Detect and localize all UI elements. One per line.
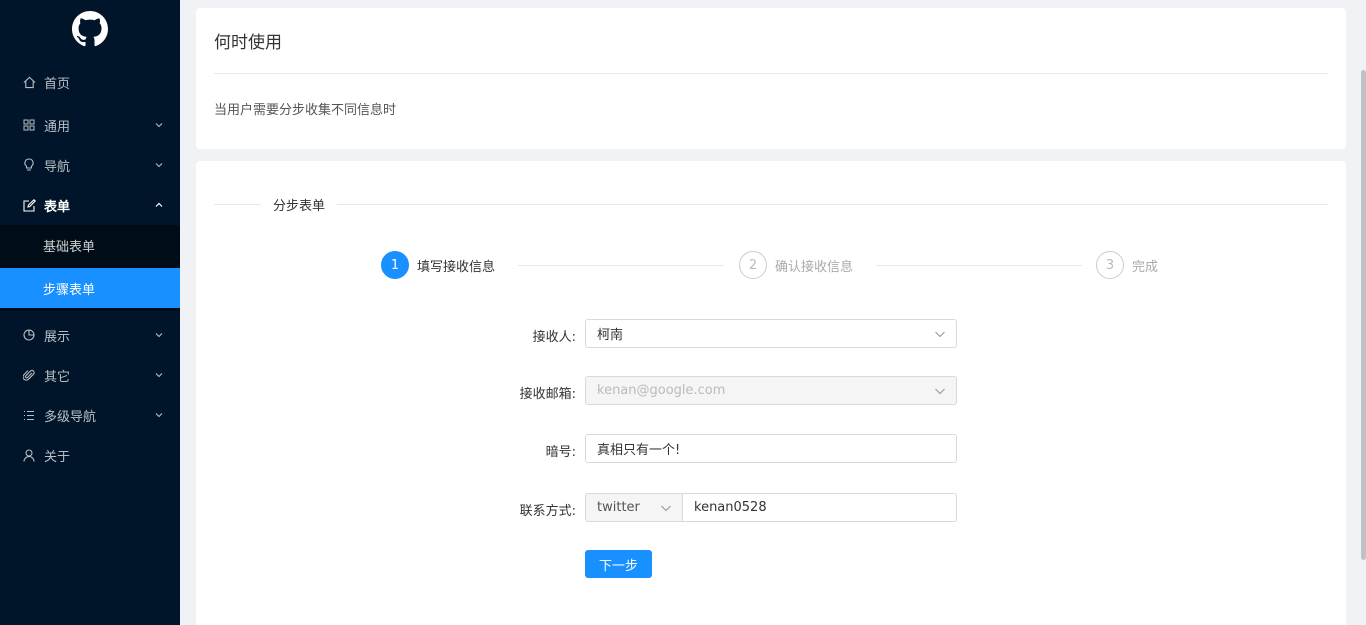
intro-card: 何时使用 当用户需要分步收集不同信息时 <box>196 8 1346 149</box>
email-label: 接收邮箱: <box>519 387 576 402</box>
step-form-card: 分步表单 1 填写接收信息 2 确认接收信息 3 完成 接收人: 柯南 接收邮箱… <box>196 161 1346 625</box>
sidebar-item-label: 通用 <box>44 119 71 135</box>
chevron-down-icon <box>660 502 672 514</box>
sidebar: 首页 通用 导航 表单 基础表单 步骤表单 展示 其它 多级导航 关于 <box>0 0 180 625</box>
sidebar-item-label: 首页 <box>44 76 71 92</box>
logo[interactable] <box>0 0 180 62</box>
step-label: 完成 <box>1132 259 1159 275</box>
sidebar-subitem-step-form[interactable]: 步骤表单 <box>0 268 180 308</box>
step-connector <box>518 265 724 266</box>
paperclip-icon <box>22 368 36 382</box>
step-number: 2 <box>739 251 767 279</box>
contact-input[interactable]: kenan0528 <box>682 493 957 522</box>
form-submenu: 基础表单 步骤表单 <box>0 225 180 311</box>
contact-label: 联系方式: <box>519 504 576 519</box>
sidebar-subitem-label: 步骤表单 <box>43 282 96 298</box>
sidebar-item-label: 其它 <box>44 369 71 385</box>
contact-field: twitter kenan0528 <box>585 493 957 522</box>
step-3: 3 完成 <box>1096 251 1158 279</box>
chevron-down-icon <box>154 370 164 380</box>
form-row-code: 暗号: 真相只有一个! <box>196 434 1346 464</box>
sidebar-item-multilevel[interactable]: 多级导航 <box>0 395 180 435</box>
contact-value: kenan0528 <box>694 500 767 515</box>
step-number: 3 <box>1096 251 1124 279</box>
sidebar-item-other[interactable]: 其它 <box>0 355 180 395</box>
grid-icon <box>22 118 36 132</box>
sidebar-item-label: 展示 <box>44 329 71 345</box>
receiver-value: 柯南 <box>597 328 624 343</box>
form-row-email: 接收邮箱: kenan@google.com <box>196 376 1346 406</box>
sidebar-item-general[interactable]: 通用 <box>0 105 180 145</box>
sidebar-item-form[interactable]: 表单 <box>0 185 180 225</box>
chevron-down-icon <box>934 328 946 340</box>
chevron-up-icon <box>154 200 164 210</box>
code-value: 真相只有一个! <box>597 443 681 458</box>
receiver-select[interactable]: 柯南 <box>585 319 957 348</box>
form-row-receiver: 接收人: 柯南 <box>196 319 1346 349</box>
code-label: 暗号: <box>545 445 576 460</box>
bulb-icon <box>22 158 36 172</box>
chevron-down-icon <box>154 330 164 340</box>
divider-line <box>337 203 1328 205</box>
list-icon <box>22 408 36 422</box>
chevron-down-icon <box>154 160 164 170</box>
sidebar-item-display[interactable]: 展示 <box>0 315 180 355</box>
chevron-down-icon <box>154 120 164 130</box>
intro-title: 何时使用 <box>214 33 282 53</box>
email-value: kenan@google.com <box>597 383 726 398</box>
sidebar-item-home[interactable]: 首页 <box>0 62 180 102</box>
divider-line <box>214 203 261 205</box>
submenu-gap <box>0 308 180 311</box>
receiver-label: 接收人: <box>532 330 576 345</box>
chevron-down-icon <box>154 410 164 420</box>
step-connector <box>876 265 1082 266</box>
sidebar-item-label: 表单 <box>44 199 71 215</box>
home-icon <box>22 75 36 89</box>
edit-icon <box>22 198 36 212</box>
scrollbar-thumb[interactable] <box>1361 70 1366 560</box>
step-number: 1 <box>381 251 409 279</box>
pie-chart-icon <box>22 328 36 342</box>
steps: 1 填写接收信息 2 确认接收信息 3 完成 <box>381 251 1161 281</box>
code-input[interactable]: 真相只有一个! <box>585 434 957 463</box>
sidebar-item-label: 导航 <box>44 159 71 175</box>
main-content: 何时使用 当用户需要分步收集不同信息时 分步表单 1 填写接收信息 2 确认接收… <box>180 0 1366 625</box>
section-divider: 分步表单 <box>214 195 1328 214</box>
email-select[interactable]: kenan@google.com <box>585 376 957 405</box>
sidebar-item-label: 关于 <box>44 449 71 465</box>
divider <box>214 73 1328 74</box>
step-label: 填写接收信息 <box>417 259 496 275</box>
contact-type-value: twitter <box>597 500 640 515</box>
sidebar-item-about[interactable]: 关于 <box>0 435 180 475</box>
next-step-button[interactable]: 下一步 <box>585 550 652 578</box>
contact-type-select[interactable]: twitter <box>585 493 682 522</box>
form-row-contact: 联系方式: twitter kenan0528 <box>196 493 1346 523</box>
section-title: 分步表单 <box>273 198 326 214</box>
sidebar-item-label: 多级导航 <box>44 409 97 425</box>
step-2: 2 确认接收信息 <box>739 251 853 279</box>
user-icon <box>22 448 36 462</box>
step-label: 确认接收信息 <box>775 259 854 275</box>
sidebar-item-navigation[interactable]: 导航 <box>0 145 180 185</box>
step-1: 1 填写接收信息 <box>381 251 495 279</box>
scrollbar[interactable] <box>1360 0 1366 625</box>
sidebar-subitem-label: 基础表单 <box>43 239 96 255</box>
chevron-down-icon <box>934 385 946 397</box>
intro-description: 当用户需要分步收集不同信息时 <box>214 103 397 118</box>
github-icon <box>72 11 108 51</box>
sidebar-subitem-basic-form[interactable]: 基础表单 <box>0 225 180 265</box>
